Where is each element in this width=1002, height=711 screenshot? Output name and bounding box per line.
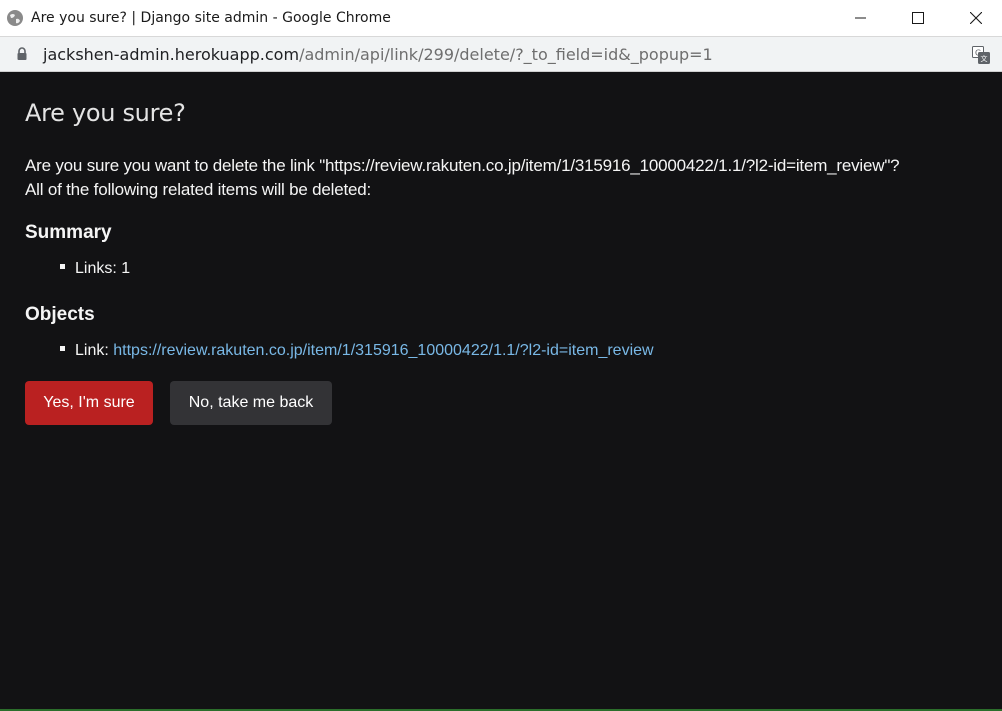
page-title: Are you sure? — [25, 99, 186, 127]
window-title: Are you sure? | Django site admin - Goog… — [31, 10, 391, 26]
summary-item-label: Links: 1 — [75, 260, 131, 277]
bullet-icon — [60, 346, 65, 352]
object-item: Link: https://review.rakuten.co.jp/item/… — [60, 342, 654, 360]
title-bar: Are you sure? | Django site admin - Goog… — [0, 0, 1002, 37]
url-host: jackshen-admin.herokuapp.com — [43, 45, 300, 64]
object-item-prefix: Link: — [75, 342, 114, 359]
url-path: /admin/api/link/299/delete/?_to_field=id… — [299, 45, 713, 64]
confirmation-subline: All of the following related items will … — [25, 180, 372, 199]
summary-item: Links: 1 — [60, 260, 130, 278]
svg-text:文: 文 — [981, 54, 988, 63]
close-window-button[interactable] — [953, 0, 999, 36]
confirmation-message: Are you sure you want to delete the link… — [25, 154, 985, 202]
minimize-icon — [855, 17, 866, 19]
close-icon — [970, 12, 982, 24]
confirm-delete-button[interactable]: Yes, I'm sure — [25, 381, 153, 425]
maximize-button[interactable] — [895, 0, 941, 36]
objects-heading: Objects — [25, 304, 95, 325]
url-text[interactable]: jackshen-admin.herokuapp.com/admin/api/l… — [43, 45, 713, 64]
bullet-icon — [60, 264, 65, 270]
summary-heading: Summary — [25, 222, 112, 243]
page-content: Are you sure? Are you sure you want to d… — [0, 72, 1002, 711]
globe-icon — [6, 9, 24, 27]
maximize-icon — [912, 12, 924, 24]
address-bar[interactable]: jackshen-admin.herokuapp.com/admin/api/l… — [0, 37, 1002, 72]
lock-icon[interactable] — [16, 47, 28, 66]
translate-icon[interactable]: G 文 — [972, 46, 990, 69]
object-link[interactable]: https://review.rakuten.co.jp/item/1/3159… — [113, 342, 653, 359]
cancel-button[interactable]: No, take me back — [170, 381, 332, 425]
browser-window: Are you sure? | Django site admin - Goog… — [0, 0, 1002, 711]
confirmation-line: Are you sure you want to delete the link… — [25, 156, 900, 175]
minimize-button[interactable] — [838, 0, 884, 36]
